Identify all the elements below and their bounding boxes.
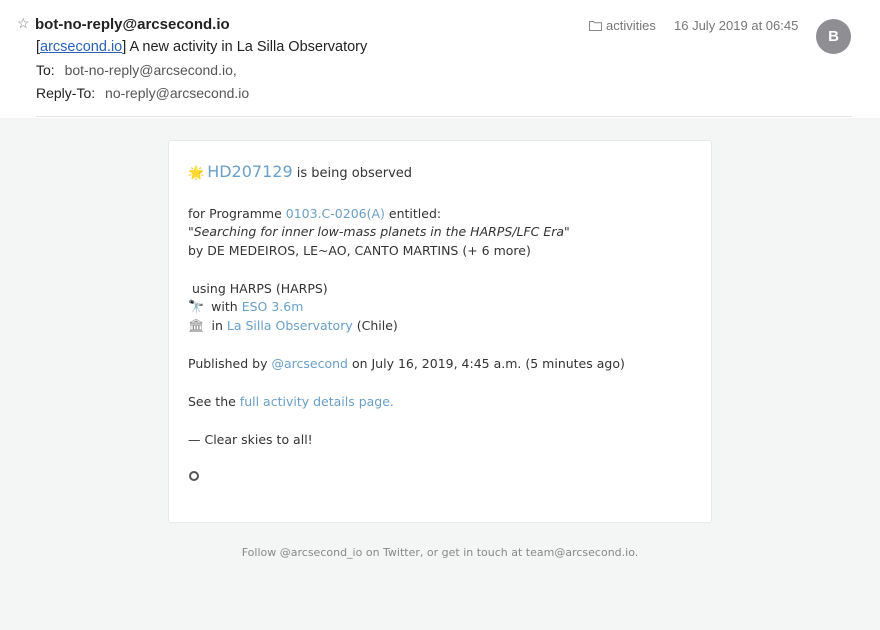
email-subject: [arcsecond.io] A new activity in La Sill…: [36, 39, 368, 55]
footer-text: Follow @arcsecond_io on Twitter, or get …: [241, 546, 639, 559]
telescope-icon: 🔭: [188, 300, 205, 315]
to-line: To: bot-no-reply@arcsecond.io,: [36, 62, 237, 78]
publisher-link[interactable]: @arcsecond: [271, 356, 347, 371]
activity-card: 🌟 HD207129 is being observed for Programm…: [168, 140, 712, 523]
folder-icon: [589, 20, 602, 31]
see-prefix: See the: [188, 394, 236, 409]
to-value[interactable]: bot-no-reply@arcsecond.io,: [65, 62, 237, 78]
email-header: ☆ bot-no-reply@arcsecond.io [arcsecond.i…: [0, 0, 880, 118]
programme-link[interactable]: 0103.C-0206(A): [286, 206, 385, 221]
activity-details-link[interactable]: full activity details page.: [240, 394, 394, 409]
folder-indicator[interactable]: activities: [589, 18, 656, 33]
observatory-prefix: in: [211, 318, 223, 333]
reply-to-value[interactable]: no-reply@arcsecond.io: [105, 85, 249, 101]
header-divider: [36, 116, 852, 117]
details-line: See the full activity details page.: [188, 394, 394, 409]
star-emoji-icon: 🌟: [188, 166, 205, 181]
target-link[interactable]: HD207129: [207, 162, 292, 181]
programme-line: for Programme 0103.C-0206(A) entitled:: [188, 206, 441, 221]
email-date: 16 July 2019 at 06:45: [674, 18, 799, 33]
instrument-line: using HARPS (HARPS): [192, 281, 328, 296]
folder-label: activities: [606, 18, 656, 33]
published-prefix: Published by: [188, 356, 268, 371]
sender-address: bot-no-reply@arcsecond.io: [35, 16, 230, 33]
signoff-text: — Clear skies to all!: [188, 432, 313, 447]
programme-prefix: for Programme: [188, 206, 282, 221]
programme-authors: by DE MEDEIROS, LE~AO, CANTO MARTINS (+ …: [188, 243, 531, 258]
observatory-link[interactable]: La Silla Observatory: [227, 318, 353, 333]
published-suffix: on July 16, 2019, 4:45 a.m. (5 minutes a…: [351, 356, 625, 371]
telescope-prefix: with: [211, 299, 238, 314]
observatory-icon: 🏛: [188, 319, 205, 334]
telescope-line: 🔭 with ESO 3.6m: [188, 299, 303, 315]
programme-suffix: entitled:: [388, 206, 442, 221]
arcsecond-logo-icon: [189, 471, 199, 481]
to-label: To:: [36, 62, 55, 78]
observatory-line: 🏛 in La Silla Observatory (Chile): [188, 318, 398, 334]
subject-text: A new activity in La Silla Observatory: [129, 39, 368, 55]
reply-to-line: Reply-To: no-reply@arcsecond.io: [36, 85, 249, 101]
being-observed-text: is being observed: [296, 166, 413, 181]
reply-to-label: Reply-To:: [36, 85, 96, 101]
programme-title: "Searching for inner low-mass planets in…: [188, 224, 570, 239]
observatory-country: (Chile): [356, 318, 398, 333]
avatar: B: [816, 19, 851, 54]
telescope-link[interactable]: ESO 3.6m: [242, 299, 304, 314]
published-line: Published by @arcsecond on July 16, 2019…: [188, 356, 625, 371]
star-icon[interactable]: ☆: [17, 15, 30, 32]
subject-link[interactable]: arcsecond.io: [40, 39, 122, 55]
observation-headline: 🌟 HD207129 is being observed: [188, 162, 412, 181]
